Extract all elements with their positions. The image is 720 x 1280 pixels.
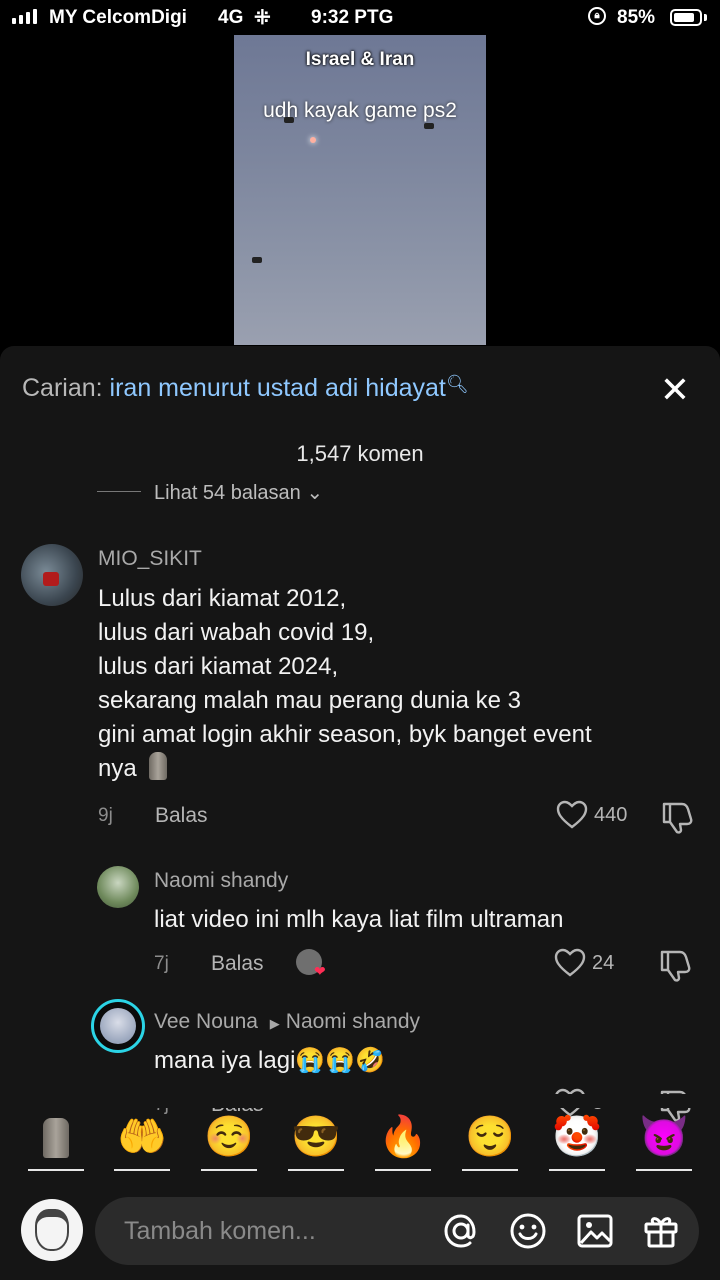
emoji-button[interactable]: 😈 [636, 1112, 692, 1162]
chevron-down-icon: ⌄ [306, 482, 324, 504]
caret-right-icon: ▶ [269, 1016, 280, 1031]
battery-percent: 85% [617, 7, 656, 28]
emoji-underline [636, 1169, 692, 1171]
dislike-icon[interactable] [660, 800, 694, 834]
emoji-button[interactable]: 😎 [288, 1112, 344, 1162]
comment-placeholder: Tambah komen... [124, 1217, 316, 1245]
like-button[interactable]: 440 [556, 800, 627, 830]
heart-icon: ❤ [314, 963, 326, 979]
comment-line: lulus dari wabah covid 19, [98, 619, 375, 646]
emoji-underline [288, 1169, 344, 1171]
emoji-button[interactable]: ☺️ [201, 1112, 257, 1162]
emoji-underline [462, 1169, 518, 1171]
at-icon[interactable] [441, 1211, 481, 1251]
like-button[interactable]: 24 [554, 948, 614, 978]
dislike-icon[interactable] [658, 948, 692, 982]
emoji-underline [375, 1169, 431, 1171]
video-player[interactable]: Israel & Iran udh kayak game ps2 [234, 35, 486, 345]
view-replies-button[interactable]: Lihat 54 balasan ⌄ [154, 480, 323, 505]
comment-input[interactable]: Tambah komen... [95, 1197, 699, 1265]
close-icon[interactable]: ✕ [655, 370, 695, 410]
view-replies-label: Lihat 54 balasan [154, 482, 301, 504]
battery-fill [674, 13, 694, 22]
comment-username[interactable]: Naomi shandy [154, 869, 288, 893]
emoji-moai[interactable] [28, 1112, 84, 1170]
list-clip [0, 1094, 720, 1108]
divider [97, 491, 141, 492]
jet-shape [252, 257, 262, 263]
my-avatar[interactable] [21, 1199, 83, 1261]
smiley-icon[interactable] [508, 1211, 548, 1251]
emoji-button[interactable]: 🤡 [549, 1112, 605, 1162]
rotation-lock-icon: 🔒︎ [588, 7, 606, 25]
status-bar: MY CelcomDigi 4G ⁜ 9:32 PTG 🔒︎ 85% [0, 0, 720, 36]
emoji-underline [28, 1169, 84, 1171]
moai-emoji [149, 752, 168, 780]
battery-tip [704, 14, 707, 21]
comment-line: Lulus dari kiamat 2012, [98, 585, 347, 612]
search-icon[interactable]: 🔍︎ [446, 374, 469, 394]
emoji-button[interactable]: 🤲 [114, 1112, 170, 1162]
like-count: 440 [594, 803, 628, 826]
missile-flare [310, 137, 316, 143]
comment-time: 9j [98, 805, 113, 826]
moai-emoji [43, 1118, 69, 1158]
comment-text: Lulus dari kiamat 2012, lulus dari wabah… [98, 582, 688, 786]
comment-text: liat video ini mlh kaya liat film ultram… [154, 906, 564, 933]
loading-icon: ⁜ [254, 7, 271, 29]
comment-text: mana iya lagi😭😭🤣 [154, 1047, 386, 1074]
comment-sheet: Carian: iran menurut ustad adi hidayat🔍︎… [0, 346, 720, 1280]
carrier-name: MY CelcomDigi [49, 7, 187, 28]
gift-icon[interactable] [641, 1211, 681, 1251]
search-query[interactable]: iran menurut ustad adi hidayat [110, 374, 446, 402]
heart-icon [556, 800, 588, 829]
video-caption: udh kayak game ps2 [263, 99, 457, 122]
comment-line-last: nya [98, 752, 688, 786]
jet-shape [424, 123, 434, 129]
reply-to-username[interactable]: Naomi shandy [286, 1010, 420, 1033]
comment-time: 7j [154, 953, 169, 974]
heart-icon [554, 948, 586, 977]
search-suggestion[interactable]: Carian: iran menurut ustad adi hidayat🔍︎ [22, 374, 469, 403]
comment-username[interactable]: Vee Nouna ▶ Naomi shandy [154, 1010, 420, 1034]
emoji-underline [549, 1169, 605, 1171]
avatar[interactable] [91, 999, 145, 1053]
reply-button[interactable]: Balas [211, 952, 264, 976]
comment-line: nya [98, 755, 137, 782]
jet-shape [284, 117, 294, 123]
signal-icon [12, 9, 37, 24]
comment-line: gini amat login akhir season, byk banget… [98, 721, 592, 748]
username-label: Vee Nouna [154, 1010, 258, 1033]
clock: 9:32 PTG [311, 7, 394, 28]
avatar[interactable] [97, 866, 139, 908]
comment-line: lulus dari kiamat 2024, [98, 653, 339, 680]
avatar[interactable] [21, 544, 83, 606]
video-title: Israel & Iran [305, 49, 415, 70]
comment-line: sekarang malah mau perang dunia ke 3 [98, 687, 521, 714]
comment-count: 1,547 komen [296, 441, 424, 466]
battery-icon [670, 9, 702, 26]
like-count: 24 [592, 951, 615, 974]
emoji-bar: 🤲 ☺️ 😎 🔥 😌 🤡 😈 [0, 1112, 720, 1172]
emoji-underline [201, 1169, 257, 1171]
emoji-button[interactable]: 😌 [462, 1112, 518, 1162]
reply-button[interactable]: Balas [155, 804, 208, 828]
comment-username[interactable]: MIO_SIKIT [98, 547, 202, 571]
image-icon[interactable] [575, 1211, 615, 1251]
search-label: Carian: [22, 374, 103, 402]
emoji-button[interactable]: 🔥 [375, 1112, 431, 1162]
emoji-underline [114, 1169, 170, 1171]
network-type: 4G [218, 7, 244, 28]
